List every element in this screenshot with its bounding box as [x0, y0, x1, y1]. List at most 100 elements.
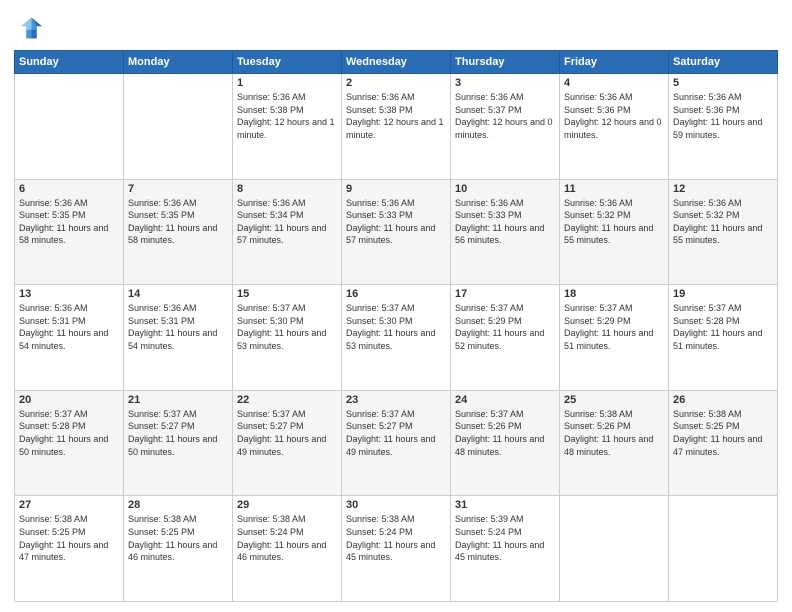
day-number: 4 [564, 77, 664, 89]
calendar-cell [124, 74, 233, 180]
calendar-cell: 22 Sunrise: 5:37 AM Sunset: 5:27 PM Dayli… [233, 390, 342, 496]
calendar-week-2: 6 Sunrise: 5:36 AM Sunset: 5:35 PM Daylig… [15, 179, 778, 285]
day-number: 29 [237, 499, 337, 511]
calendar-cell: 10Sunrise: 5:36 AM Sunset: 5:33 PM Dayli… [451, 179, 560, 285]
calendar-cell: 27 Sunrise: 5:38 AM Sunset: 5:25 PM Dayli… [15, 496, 124, 602]
calendar-week-5: 27 Sunrise: 5:38 AM Sunset: 5:25 PM Dayli… [15, 496, 778, 602]
calendar-cell: 24Sunrise: 5:37 AM Sunset: 5:26 PM Dayli… [451, 390, 560, 496]
day-number: 2 [346, 77, 446, 89]
cell-content: Sunrise: 5:37 AM Sunset: 5:30 PM Dayligh… [237, 302, 337, 352]
cell-content: Sunrise: 5:36 AM Sunset: 5:38 PM Dayligh… [237, 91, 337, 141]
calendar-cell: 28 Sunrise: 5:38 AM Sunset: 5:25 PM Dayli… [124, 496, 233, 602]
cell-content: Sunrise: 5:36 AM Sunset: 5:34 PM Dayligh… [237, 197, 337, 247]
calendar-week-3: 13 Sunrise: 5:36 AM Sunset: 5:31 PM Dayli… [15, 285, 778, 391]
cell-content: Sunrise: 5:36 AM Sunset: 5:32 PM Dayligh… [564, 197, 664, 247]
cell-content: Sunrise: 5:37 AM Sunset: 5:30 PM Dayligh… [346, 302, 446, 352]
day-header-tuesday: Tuesday [233, 51, 342, 74]
cell-content: Sunrise: 5:38 AM Sunset: 5:24 PM Dayligh… [346, 513, 446, 563]
cell-content: Sunrise: 5:36 AM Sunset: 5:37 PM Dayligh… [455, 91, 555, 141]
day-number: 18 [564, 288, 664, 300]
cell-content: Sunrise: 5:37 AM Sunset: 5:27 PM Dayligh… [128, 408, 228, 458]
calendar-cell: 2 Sunrise: 5:36 AM Sunset: 5:38 PM Daylig… [342, 74, 451, 180]
calendar-header-row: SundayMondayTuesdayWednesdayThursdayFrid… [15, 51, 778, 74]
calendar-cell [15, 74, 124, 180]
calendar-cell: 18 Sunrise: 5:37 AM Sunset: 5:29 PM Dayli… [560, 285, 669, 391]
day-number: 6 [19, 183, 119, 195]
cell-content: Sunrise: 5:36 AM Sunset: 5:35 PM Dayligh… [19, 197, 119, 247]
cell-content: Sunrise: 5:37 AM Sunset: 5:28 PM Dayligh… [673, 302, 773, 352]
cell-content: Sunrise: 5:36 AM Sunset: 5:33 PM Dayligh… [346, 197, 446, 247]
calendar-cell: 17 Sunrise: 5:37 AM Sunset: 5:29 PM Dayli… [451, 285, 560, 391]
day-number: 22 [237, 394, 337, 406]
cell-content: Sunrise: 5:37 AM Sunset: 5:27 PM Dayligh… [346, 408, 446, 458]
calendar-cell: 1 Sunrise: 5:36 AM Sunset: 5:38 PM Daylig… [233, 74, 342, 180]
calendar-cell: 21 Sunrise: 5:37 AM Sunset: 5:27 PM Dayli… [124, 390, 233, 496]
day-number: 16 [346, 288, 446, 300]
day-number: 23 [346, 394, 446, 406]
calendar-cell: 31 Sunrise: 5:39 AM Sunset: 5:24 PM Dayli… [451, 496, 560, 602]
calendar-cell: 15 Sunrise: 5:37 AM Sunset: 5:30 PM Dayli… [233, 285, 342, 391]
cell-content: Sunrise: 5:36 AM Sunset: 5:31 PM Dayligh… [128, 302, 228, 352]
day-number: 25 [564, 394, 664, 406]
calendar-week-1: 1 Sunrise: 5:36 AM Sunset: 5:38 PM Daylig… [15, 74, 778, 180]
cell-content: Sunrise: 5:36 AM Sunset: 5:38 PM Dayligh… [346, 91, 446, 141]
day-number: 26 [673, 394, 773, 406]
header [14, 14, 778, 42]
cell-content: Sunrise: 5:36 AM Sunset: 5:36 PM Dayligh… [564, 91, 664, 141]
cell-content: Sunrise: 5:37 AM Sunset: 5:26 PM Dayligh… [455, 408, 555, 458]
logo [14, 14, 46, 42]
day-number: 10 [455, 183, 555, 195]
day-number: 15 [237, 288, 337, 300]
calendar-cell: 8Sunrise: 5:36 AM Sunset: 5:34 PM Daylig… [233, 179, 342, 285]
calendar-cell: 30 Sunrise: 5:38 AM Sunset: 5:24 PM Dayli… [342, 496, 451, 602]
day-header-sunday: Sunday [15, 51, 124, 74]
cell-content: Sunrise: 5:37 AM Sunset: 5:28 PM Dayligh… [19, 408, 119, 458]
cell-content: Sunrise: 5:36 AM Sunset: 5:32 PM Dayligh… [673, 197, 773, 247]
calendar-cell: 12 Sunrise: 5:36 AM Sunset: 5:32 PM Dayli… [669, 179, 778, 285]
calendar-cell: 25 Sunrise: 5:38 AM Sunset: 5:26 PM Dayli… [560, 390, 669, 496]
cell-content: Sunrise: 5:38 AM Sunset: 5:24 PM Dayligh… [237, 513, 337, 563]
page: SundayMondayTuesdayWednesdayThursdayFrid… [0, 0, 792, 612]
calendar-week-4: 20Sunrise: 5:37 AM Sunset: 5:28 PM Dayli… [15, 390, 778, 496]
day-number: 3 [455, 77, 555, 89]
calendar-cell: 20Sunrise: 5:37 AM Sunset: 5:28 PM Dayli… [15, 390, 124, 496]
day-number: 17 [455, 288, 555, 300]
calendar-cell: 9 Sunrise: 5:36 AM Sunset: 5:33 PM Daylig… [342, 179, 451, 285]
cell-content: Sunrise: 5:37 AM Sunset: 5:29 PM Dayligh… [564, 302, 664, 352]
day-number: 9 [346, 183, 446, 195]
cell-content: Sunrise: 5:37 AM Sunset: 5:29 PM Dayligh… [455, 302, 555, 352]
day-number: 12 [673, 183, 773, 195]
calendar-cell: 26 Sunrise: 5:38 AM Sunset: 5:25 PM Dayli… [669, 390, 778, 496]
day-number: 30 [346, 499, 446, 511]
calendar-cell: 5 Sunrise: 5:36 AM Sunset: 5:36 PM Daylig… [669, 74, 778, 180]
calendar-cell: 3 Sunrise: 5:36 AM Sunset: 5:37 PM Daylig… [451, 74, 560, 180]
calendar-cell: 14 Sunrise: 5:36 AM Sunset: 5:31 PM Dayli… [124, 285, 233, 391]
calendar-cell [669, 496, 778, 602]
day-number: 27 [19, 499, 119, 511]
cell-content: Sunrise: 5:38 AM Sunset: 5:25 PM Dayligh… [19, 513, 119, 563]
logo-icon [14, 14, 42, 42]
calendar-cell: 23 Sunrise: 5:37 AM Sunset: 5:27 PM Dayli… [342, 390, 451, 496]
day-number: 21 [128, 394, 228, 406]
cell-content: Sunrise: 5:37 AM Sunset: 5:27 PM Dayligh… [237, 408, 337, 458]
cell-content: Sunrise: 5:38 AM Sunset: 5:26 PM Dayligh… [564, 408, 664, 458]
calendar-cell: 16 Sunrise: 5:37 AM Sunset: 5:30 PM Dayli… [342, 285, 451, 391]
calendar-cell: 29 Sunrise: 5:38 AM Sunset: 5:24 PM Dayli… [233, 496, 342, 602]
cell-content: Sunrise: 5:38 AM Sunset: 5:25 PM Dayligh… [673, 408, 773, 458]
calendar-table: SundayMondayTuesdayWednesdayThursdayFrid… [14, 50, 778, 602]
day-number: 1 [237, 77, 337, 89]
day-number: 31 [455, 499, 555, 511]
calendar-cell: 13 Sunrise: 5:36 AM Sunset: 5:31 PM Dayli… [15, 285, 124, 391]
cell-content: Sunrise: 5:38 AM Sunset: 5:25 PM Dayligh… [128, 513, 228, 563]
day-number: 14 [128, 288, 228, 300]
day-number: 28 [128, 499, 228, 511]
calendar-cell: 6 Sunrise: 5:36 AM Sunset: 5:35 PM Daylig… [15, 179, 124, 285]
cell-content: Sunrise: 5:36 AM Sunset: 5:31 PM Dayligh… [19, 302, 119, 352]
cell-content: Sunrise: 5:36 AM Sunset: 5:36 PM Dayligh… [673, 91, 773, 141]
day-number: 5 [673, 77, 773, 89]
day-number: 13 [19, 288, 119, 300]
cell-content: Sunrise: 5:39 AM Sunset: 5:24 PM Dayligh… [455, 513, 555, 563]
day-header-friday: Friday [560, 51, 669, 74]
day-header-thursday: Thursday [451, 51, 560, 74]
day-number: 19 [673, 288, 773, 300]
